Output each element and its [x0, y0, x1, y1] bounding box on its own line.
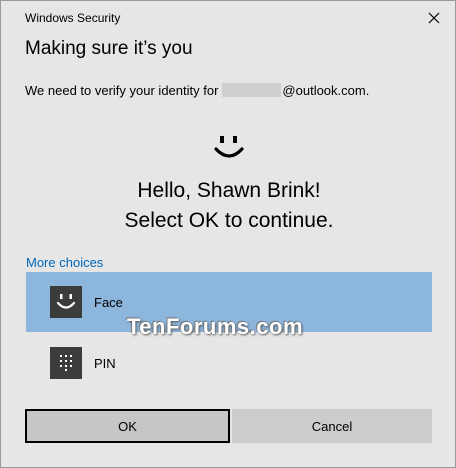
windows-security-dialog: Windows Security Making sure it’s you We…: [0, 0, 456, 468]
prompt-text: We need to verify your identity for: [25, 83, 219, 98]
dialog-heading: Making sure it’s you: [25, 38, 193, 59]
face-icon: [50, 286, 82, 318]
option-pin[interactable]: PIN: [26, 333, 432, 393]
option-face-label: Face: [94, 294, 123, 310]
cancel-button[interactable]: Cancel: [232, 409, 432, 443]
greeting-line-2: Select OK to continue.: [124, 209, 334, 232]
windows-hello-face-icon: [211, 133, 247, 168]
ok-button[interactable]: OK: [25, 409, 230, 443]
tenforums-watermark: TenForums.com: [127, 314, 304, 339]
pin-keypad-icon: [50, 347, 82, 379]
more-choices-link[interactable]: More choices: [26, 255, 103, 270]
prompt-email-domain: @outlook.com.: [282, 83, 370, 98]
greeting: Hello, Shawn Brink! Select OK to continu…: [1, 176, 456, 236]
greeting-line-1: Hello, Shawn Brink!: [137, 179, 321, 202]
redacted-email-user: [222, 83, 282, 97]
close-button[interactable]: [421, 5, 447, 31]
window-title: Windows Security: [25, 11, 121, 25]
option-pin-label: PIN: [94, 355, 116, 371]
verify-prompt: We need to verify your identity for @outl…: [25, 83, 369, 98]
close-icon: [428, 12, 440, 24]
